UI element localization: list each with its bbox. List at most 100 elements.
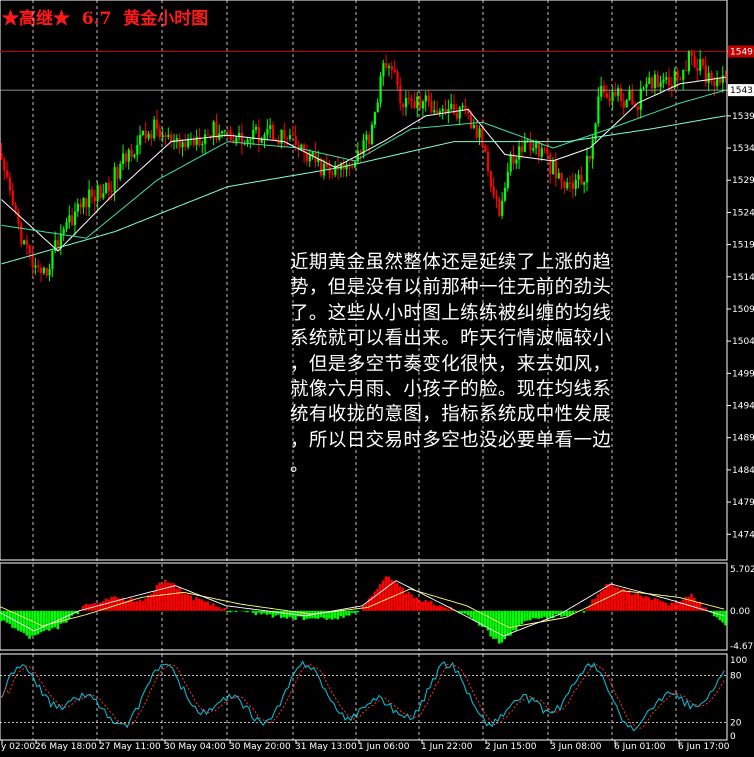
y-tick-label: 1474. [732, 530, 754, 540]
macd-y-tick-label: 0.00 [730, 607, 750, 617]
candle-body [701, 59, 705, 66]
candle-body [155, 119, 159, 129]
candle-body [532, 148, 535, 151]
macd-histogram-bar [50, 610, 54, 629]
candle-body [574, 179, 577, 189]
macd-histogram-bar [472, 610, 475, 621]
candle-body [696, 67, 699, 71]
macd-histogram-bar [520, 610, 524, 625]
candle-body [175, 138, 178, 141]
y-tick-label: 1529. [732, 176, 754, 186]
macd-histogram-bar [45, 610, 48, 630]
candle-body [184, 142, 187, 148]
macd-histogram-bar [212, 603, 215, 611]
macd-histogram-bar [540, 610, 543, 619]
candle-body [651, 77, 654, 89]
macd-histogram-bar [537, 610, 540, 619]
candle-body [489, 171, 492, 187]
candle-body [90, 189, 94, 197]
candle-body [461, 105, 464, 108]
candle-body [498, 199, 501, 216]
candle-body [549, 153, 552, 175]
macd-histogram-bar [611, 584, 614, 611]
candle-body [320, 158, 323, 176]
candle-body [40, 267, 43, 274]
candle-body [76, 203, 79, 212]
macd-histogram-bar [461, 610, 464, 614]
candle-body [713, 81, 716, 87]
candle-body [583, 182, 586, 185]
candle-body [59, 233, 63, 247]
candle-body [147, 133, 150, 139]
y-tick-label: 1489. [732, 434, 754, 444]
candle-body [351, 166, 354, 168]
macd-histogram-bar [407, 591, 410, 611]
candle-body [249, 139, 252, 141]
candle-body [181, 142, 184, 148]
candle-body [153, 119, 156, 139]
macd-histogram-bar [254, 610, 258, 616]
candle-body [102, 193, 105, 198]
macd-histogram-bar [113, 596, 116, 611]
macd-histogram-bar [175, 588, 178, 611]
candle-body [209, 135, 212, 137]
macd-histogram-bar [687, 597, 690, 611]
y-tick-label: 1514. [732, 273, 754, 283]
macd-histogram-bar [16, 610, 20, 631]
macd-histogram-bar [693, 597, 696, 611]
macd-histogram-bar [588, 606, 591, 611]
macd-histogram-bar [319, 610, 323, 618]
macd-histogram-bar [554, 610, 557, 615]
macd-histogram-bar [642, 597, 645, 611]
candle-body [645, 83, 648, 88]
commentary-text: 近期黄金虽然整体还是延续了上涨的趋 势，但是没有以前那种一往无前的劲头 了。这些… [290, 250, 718, 479]
macd-histogram-bar [25, 610, 28, 636]
macd-histogram-bar [53, 610, 57, 628]
candle-body [543, 148, 546, 150]
candle-body [110, 191, 113, 193]
candle-body [370, 124, 374, 145]
candle-body [472, 124, 476, 129]
macd-histogram-bar [548, 610, 552, 618]
y-tick-label: 1494. [732, 402, 754, 412]
candle-body [79, 203, 82, 208]
candle-body [427, 95, 430, 102]
macd-histogram-bar [441, 606, 444, 611]
macd-histogram-bar [690, 593, 693, 611]
macd-histogram-bar [695, 602, 699, 611]
macd-histogram-bar [84, 603, 88, 611]
candle-body [665, 77, 668, 80]
candle-body [322, 163, 326, 176]
candle-body [690, 51, 693, 56]
stoch-y-tick-label: 20 [730, 718, 742, 728]
macd-histogram-bar [410, 594, 413, 611]
note-line: 系统就可以看出来。昨天行情波幅较小 [290, 328, 612, 350]
macd-histogram-bar [135, 601, 139, 611]
macd-histogram-bar [681, 599, 685, 611]
note-line: ，所以日交易时多空也没必要单看一边 [290, 429, 612, 451]
candle-body [631, 90, 634, 105]
candle-body [373, 112, 377, 125]
macd-histogram-bar [195, 597, 198, 611]
candle-body [62, 229, 65, 234]
candle-body [8, 177, 12, 191]
candle-body [625, 99, 628, 108]
candle-body [260, 139, 263, 143]
macd-histogram-bar [676, 602, 679, 611]
candle-body [56, 240, 60, 247]
candle-body [269, 125, 272, 130]
macd-histogram-bar [198, 598, 201, 611]
macd-histogram-bar [483, 610, 487, 628]
y-tick-label: 1484. [732, 466, 754, 476]
macd-histogram-bar [200, 599, 204, 611]
note-line: ，但是多空节奏变化很快，来去如风， [290, 353, 612, 375]
candle-body [554, 160, 558, 179]
macd-histogram-bar [356, 610, 359, 613]
candle-body [560, 173, 563, 182]
macd-histogram-bar [110, 596, 113, 611]
macd-histogram-bar [659, 600, 662, 611]
macd-histogram-bar [336, 610, 340, 620]
macd-histogram-bar [147, 594, 150, 611]
candle-body [458, 107, 461, 119]
candle-body [438, 111, 442, 114]
